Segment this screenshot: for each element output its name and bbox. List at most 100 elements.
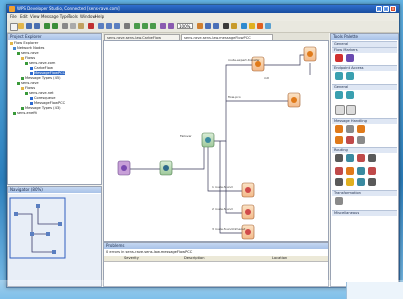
run-icon[interactable] [257, 23, 263, 29]
script-icon[interactable] [346, 178, 354, 186]
label-mid-a: flow-pco [228, 95, 241, 99]
palette-section-flow-markers[interactable]: Flow Markers [332, 47, 397, 53]
endpoint-in-icon[interactable] [335, 72, 343, 80]
log-icon[interactable] [357, 136, 365, 144]
palette-section-general-2[interactable]: General [332, 84, 397, 90]
star-icon[interactable] [249, 23, 255, 29]
menu-tools[interactable]: Tools [68, 14, 78, 20]
paste-icon[interactable] [78, 23, 84, 29]
start-node-icon [121, 165, 127, 171]
save-icon[interactable] [26, 23, 32, 29]
enrich-icon[interactable] [335, 136, 343, 144]
search-icon[interactable] [205, 23, 211, 29]
palette-section-endpoint-access[interactable]: Endpoint Access [332, 65, 397, 71]
node-icon [291, 97, 297, 103]
aggregate-icon[interactable] [357, 167, 365, 175]
node-icon [245, 187, 251, 193]
tools-palette: Tools Palette General Flow Markers Endpo… [330, 33, 399, 287]
folder-icon [21, 56, 24, 60]
filter-icon[interactable] [346, 105, 356, 115]
project-explorer-title: Project Explorer [8, 34, 101, 40]
stop-marker-icon[interactable] [335, 54, 343, 62]
flow-icon [30, 71, 33, 75]
refresh-icon[interactable] [241, 23, 247, 29]
layout-icon[interactable] [160, 23, 166, 29]
help-icon[interactable] [265, 23, 271, 29]
align-center-icon[interactable] [106, 23, 112, 29]
connect-icon[interactable] [223, 23, 229, 29]
switch-icon[interactable] [346, 154, 354, 162]
app-window: WPS Developer Studio, Connected [sens-ra… [6, 4, 400, 288]
node-icon [25, 91, 28, 95]
new-icon[interactable] [10, 23, 18, 31]
col-severity[interactable]: Severity [124, 256, 139, 261]
minimap-node [36, 204, 40, 208]
filter-route-icon[interactable] [357, 154, 365, 162]
delete-icon[interactable] [88, 23, 94, 29]
minimize-button[interactable]: _ [376, 6, 382, 12]
folder-icon [10, 41, 13, 45]
palette-section-transformation[interactable]: Transformation [332, 190, 397, 196]
endpoint-out-icon[interactable] [346, 72, 354, 80]
col-location[interactable]: Location [272, 256, 287, 261]
mapping-icon[interactable] [346, 167, 354, 175]
title-bar: WPS Developer Studio, Connected [sens-ra… [7, 5, 399, 13]
database-icon[interactable] [357, 178, 365, 186]
zoom-select[interactable]: 100% [177, 23, 193, 29]
transform-icon[interactable] [335, 125, 343, 133]
zoom-in-icon[interactable] [134, 23, 140, 29]
recipient-icon[interactable] [368, 154, 376, 162]
menu-message-type[interactable]: Message Type [41, 14, 69, 20]
menu-edit[interactable]: Edit [20, 14, 28, 20]
copy-icon[interactable] [70, 23, 76, 29]
cut-icon[interactable] [62, 23, 68, 29]
palette-section-routing[interactable]: Routing [332, 147, 397, 153]
flow-icon [30, 96, 33, 100]
palette-section-miscellaneous[interactable]: Miscellaneous [332, 210, 397, 216]
maximize-button[interactable]: □ [383, 6, 389, 12]
node-icon [25, 61, 28, 65]
search-icon[interactable] [335, 105, 345, 115]
align-right-icon[interactable] [114, 23, 120, 29]
error-icon[interactable] [368, 167, 376, 175]
minimap-node [58, 222, 62, 226]
align-left-icon[interactable] [98, 23, 104, 29]
open-folder-icon[interactable] [18, 23, 24, 29]
file-icon[interactable] [368, 178, 376, 186]
navigator-overview[interactable] [8, 194, 101, 286]
validate-icon[interactable] [346, 136, 354, 144]
merge-icon[interactable] [357, 125, 365, 133]
col-description[interactable]: Description [184, 256, 204, 261]
start-marker-icon[interactable] [346, 54, 354, 62]
flow-canvas[interactable]: route-expert-transfer flow-pco Failover … [103, 40, 329, 242]
tree-item[interactable]: sens-enefit [13, 111, 37, 116]
split-icon[interactable] [346, 125, 354, 133]
minimap-node [30, 232, 34, 236]
service-icon[interactable] [335, 91, 343, 99]
lock-icon[interactable] [231, 23, 237, 29]
grid-icon[interactable] [124, 23, 130, 29]
save-all-icon[interactable] [34, 23, 40, 29]
check-icon[interactable] [335, 167, 343, 175]
navigator-title: Navigator (80%) [8, 187, 101, 193]
route-icon[interactable] [335, 154, 343, 162]
menu-view[interactable]: View [30, 14, 40, 20]
queue-icon[interactable] [346, 91, 354, 99]
menu-window[interactable]: Window [80, 14, 96, 20]
zoom-fit-icon[interactable] [150, 23, 156, 29]
problems-table-header: Severity Description Location [104, 256, 328, 262]
deploy-icon[interactable] [197, 23, 203, 29]
redo-icon[interactable] [52, 23, 58, 29]
xslt-icon[interactable] [335, 197, 343, 205]
palette-section-message-handling[interactable]: Message Handling [332, 118, 397, 124]
filter-icon[interactable] [213, 23, 219, 29]
close-button[interactable]: x [390, 6, 396, 12]
menu-help[interactable]: Help [95, 14, 104, 20]
node-icon [13, 111, 16, 115]
timer-icon[interactable] [335, 178, 343, 186]
undo-icon[interactable] [44, 23, 50, 29]
label-mid-c: init [264, 76, 270, 80]
route-icon[interactable] [168, 23, 174, 29]
menu-file[interactable]: File [10, 14, 17, 20]
zoom-out-icon[interactable] [142, 23, 148, 29]
